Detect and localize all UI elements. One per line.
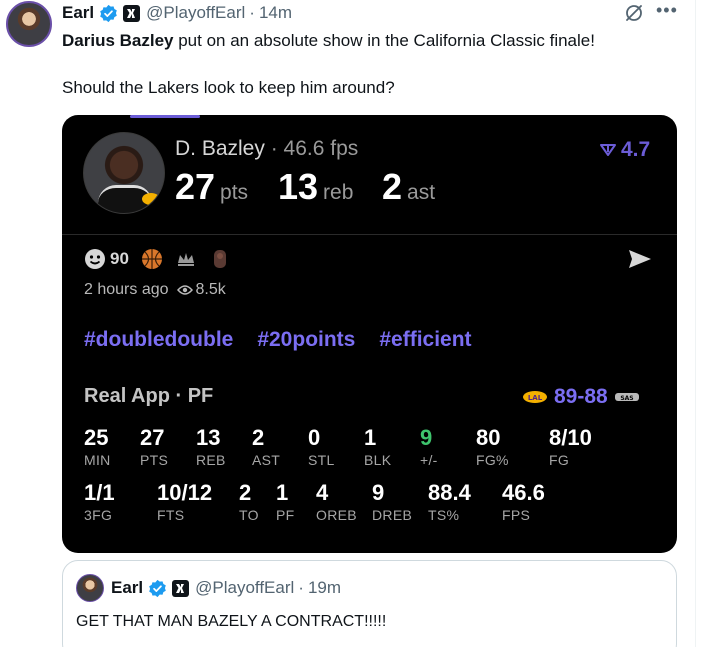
stat-cell: 46.6 FPS [502, 480, 545, 523]
stat-cell: 1 PF [276, 480, 295, 523]
stat-cell: 27 PTS [140, 425, 169, 468]
more-icon[interactable]: ••• [656, 0, 678, 21]
spurs-logo-icon: SAS [614, 393, 639, 402]
game-score[interactable]: LAL 89-88 SAS [516, 385, 646, 409]
post-text-line2: Should the Lakers look to keep him aroun… [62, 78, 395, 97]
stat-cell: 9 DREB [372, 480, 413, 523]
reactions-count: 90 [110, 249, 129, 268]
emoji-icon[interactable] [84, 248, 106, 270]
stat-cell: 0 STL [308, 425, 335, 468]
separator-dot: · [298, 578, 304, 597]
share-icon[interactable] [627, 248, 653, 270]
post-text-line1: Darius Bazley put on an absolute show in… [62, 31, 595, 51]
card-divider [62, 234, 677, 235]
quoted-author-handle[interactable]: @PlayoffEarl [195, 578, 294, 598]
stat-cell: 2 TO [239, 480, 259, 523]
separator-dot: · [249, 3, 255, 22]
source-label: Real App · PF [84, 385, 214, 407]
hashtag[interactable]: #20points [257, 328, 355, 352]
headline-stat-ast: 2 ast [382, 166, 436, 207]
stat-cell: 25 MIN [84, 425, 111, 468]
timeline-divider [695, 0, 696, 647]
posted-time: 2 hours ago [84, 281, 169, 298]
post-time[interactable]: 14m [259, 3, 292, 23]
stat-cell: 2 AST [252, 425, 281, 468]
player-photo [83, 132, 165, 214]
affiliate-badge-icon[interactable] [123, 4, 141, 22]
stat-cell: 13 REB [196, 425, 226, 468]
affiliate-badge-icon[interactable] [172, 579, 190, 597]
player-name: D. Bazley [175, 137, 265, 160]
quoted-author-avatar[interactable] [76, 574, 104, 602]
rating-value: 4.7 [621, 138, 651, 161]
player-reaction-icon[interactable] [209, 248, 231, 270]
quoted-post[interactable]: Earl @PlayoffEarl · 19m GET THAT MAN BAZ… [62, 560, 677, 647]
player-stat-card[interactable]: D. Bazley · 46.6 fps 27 pts 13 reb 2 ast 4.… [62, 115, 677, 553]
hashtag[interactable]: #doubledouble [84, 328, 233, 352]
rating-arrow-icon [600, 144, 616, 156]
view-count: 8.5k [195, 281, 226, 298]
quoted-post-text: GET THAT MAN BAZELY A CONTRACT!!!!! [76, 613, 387, 630]
player-title: D. Bazley · 46.6 fps [175, 137, 358, 161]
quoted-author-name[interactable]: Earl [111, 578, 143, 598]
headline-stat-reb: 13 reb [278, 166, 354, 207]
hashtag[interactable]: #efficient [379, 328, 471, 352]
author-name[interactable]: Earl [62, 3, 94, 23]
lakers-logo-icon: LAL [523, 391, 547, 403]
stat-cell: 80 FG% [476, 425, 509, 468]
rating[interactable]: 4.7 [599, 138, 650, 162]
post-text-player[interactable]: Darius Bazley [62, 31, 174, 50]
quoted-post-header: Earl @PlayoffEarl · 19m [111, 578, 341, 598]
verified-badge-icon [149, 579, 166, 597]
headline-stat-pts: 27 pts [175, 166, 249, 207]
reactions-row[interactable]: 90 [84, 246, 231, 272]
player-fps: · 46.6 fps [270, 137, 359, 160]
stat-cell: 4 OREB [316, 480, 357, 523]
stat-cell: 88.4 TS% [428, 480, 471, 523]
card-tab-indicator [130, 115, 200, 118]
post-header: Earl @PlayoffEarl · 14m [62, 2, 292, 24]
stat-cell: 1/1 3FG [84, 480, 115, 523]
eye-icon [176, 285, 193, 295]
score-value: 89-88 [554, 385, 608, 408]
author-handle[interactable]: @PlayoffEarl [146, 3, 245, 23]
author-avatar[interactable] [6, 1, 52, 47]
grok-icon[interactable] [624, 3, 644, 23]
meta-row: 2 hours ago 8.5k [84, 281, 226, 299]
stat-cell: 10/12 FTS [157, 480, 213, 523]
svg-text:SAS: SAS [620, 395, 633, 402]
basketball-icon[interactable] [141, 248, 163, 270]
crown-icon[interactable] [175, 248, 197, 270]
stat-cell: 8/10 FG [549, 425, 592, 468]
svg-text:LAL: LAL [528, 394, 543, 402]
hashtag-list: #doubledouble #20points #efficient [84, 328, 496, 352]
verified-badge-icon [100, 4, 117, 22]
stat-cell: 9 +/- [420, 425, 438, 468]
stat-cell: 1 BLK [364, 425, 392, 468]
quoted-post-time[interactable]: 19m [308, 578, 341, 598]
post-text-rest: put on an absolute show in the Californi… [173, 31, 595, 50]
